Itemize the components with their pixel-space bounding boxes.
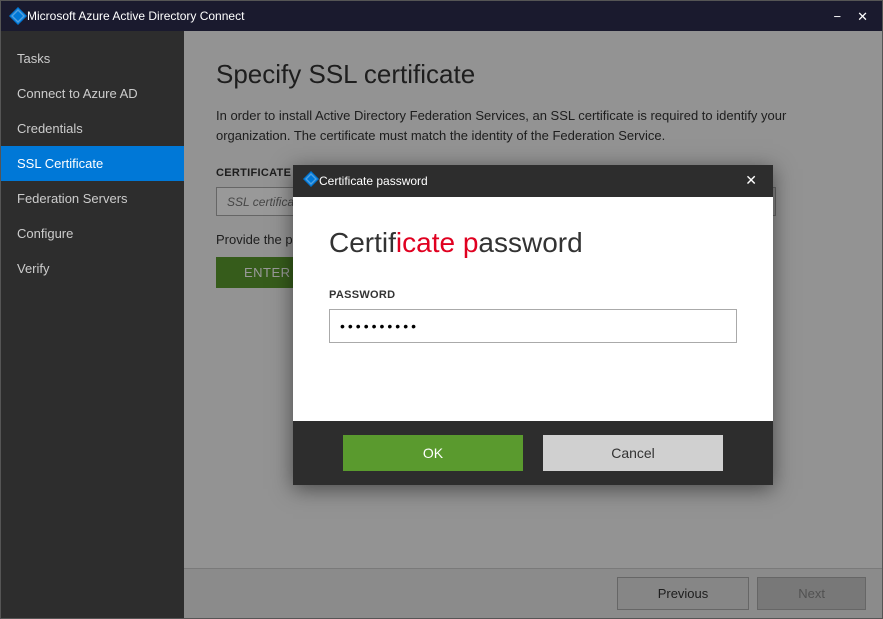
app-icon [9,7,27,25]
modal-app-icon [303,171,319,190]
modal-title: Certificate password [319,174,739,188]
certificate-password-modal: Certificate password ✕ Certificate passw… [293,165,773,485]
title-bar: Microsoft Azure Active Directory Connect… [1,1,882,31]
sidebar-item-verify[interactable]: Verify [1,251,184,286]
modal-title-bar: Certificate password ✕ [293,165,773,197]
modal-password-input[interactable] [329,309,737,343]
modal-close-button[interactable]: ✕ [739,170,763,191]
modal-footer: OK Cancel [293,421,773,485]
sidebar-item-credentials[interactable]: Credentials [1,111,184,146]
minimize-button[interactable]: − [828,8,848,25]
sidebar-item-federation-servers[interactable]: Federation Servers [1,181,184,216]
sidebar-item-ssl-certificate[interactable]: SSL Certificate [1,146,184,181]
close-button[interactable]: ✕ [851,8,874,25]
modal-body: Certificate password PASSWORD [293,197,773,421]
sidebar-item-connect-azure-ad[interactable]: Connect to Azure AD [1,76,184,111]
modal-cancel-button[interactable]: Cancel [543,435,723,471]
modal-heading: Certificate password [329,227,737,259]
modal-ok-button[interactable]: OK [343,435,523,471]
content-area: Specify SSL certificate In order to inst… [184,31,882,618]
modal-password-label: PASSWORD [329,289,737,301]
window-title: Microsoft Azure Active Directory Connect [27,9,828,23]
main-window: Microsoft Azure Active Directory Connect… [0,0,883,619]
sidebar-item-configure[interactable]: Configure [1,216,184,251]
modal-overlay: Certificate password ✕ Certificate passw… [184,31,882,618]
sidebar-item-tasks[interactable]: Tasks [1,41,184,76]
window-controls: − ✕ [828,8,875,25]
main-area: Tasks Connect to Azure AD Credentials SS… [1,31,882,618]
sidebar: Tasks Connect to Azure AD Credentials SS… [1,31,184,618]
